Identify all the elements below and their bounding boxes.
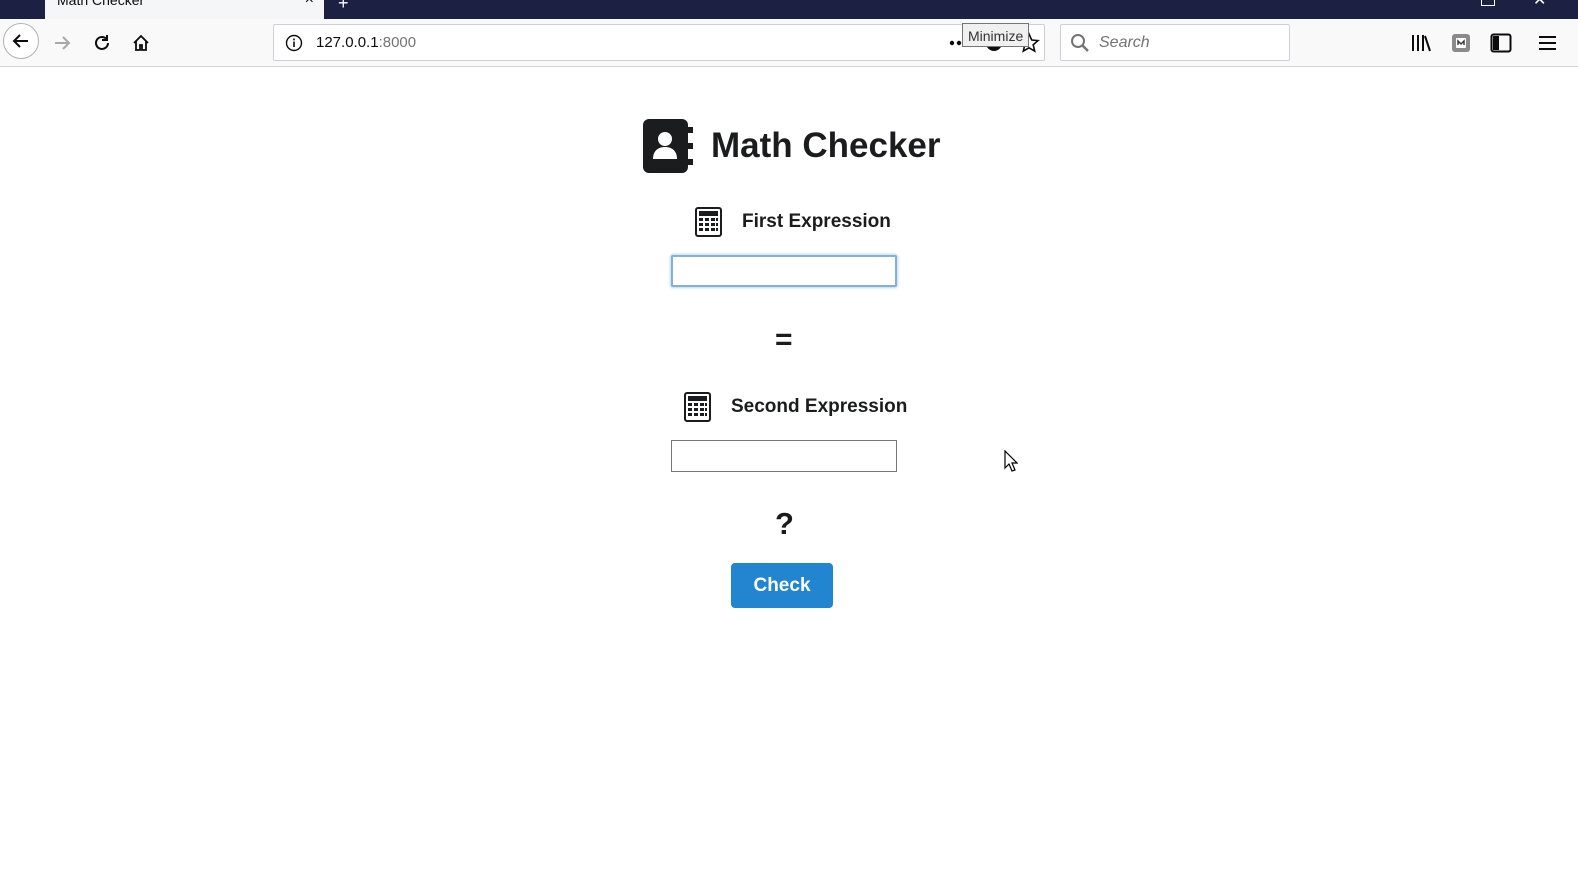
address-book-icon (643, 119, 693, 173)
tab-close-icon[interactable]: × (305, 0, 314, 8)
info-icon[interactable] (285, 34, 303, 52)
browser-tab[interactable]: Math Checker × (45, 0, 324, 19)
first-expression-input[interactable] (671, 255, 897, 287)
second-expression-label: Second Expression (731, 396, 908, 417)
home-button[interactable] (127, 29, 155, 57)
result-indicator: ? (775, 506, 794, 541)
forward-arrow-icon (55, 36, 71, 50)
maximize-icon[interactable] (1481, 0, 1495, 6)
url-text[interactable]: 127.0.0.1:8000 (316, 34, 416, 51)
page-title: Math Checker (711, 126, 941, 165)
reload-button[interactable] (88, 29, 116, 57)
window-close-icon[interactable]: ✕ (1533, 0, 1546, 9)
mouse-cursor-icon (1004, 450, 1018, 472)
browser-navbar: 127.0.0.1:8000 Minimize Search (0, 19, 1578, 67)
search-placeholder: Search (1099, 34, 1150, 51)
menu-icon[interactable] (1538, 34, 1558, 52)
url-bar[interactable]: 127.0.0.1:8000 (273, 24, 1045, 61)
search-bar[interactable]: Search (1060, 24, 1290, 61)
calculator-icon (695, 207, 722, 237)
url-host: 127.0.0.1 (316, 34, 379, 51)
browser-titlebar: Math Checker × + ✕ (0, 0, 1578, 19)
url-port: :8000 (378, 34, 417, 51)
back-button[interactable] (3, 23, 39, 59)
minimize-tooltip: Minimize (962, 23, 1030, 47)
library-icon[interactable] (1410, 33, 1432, 53)
back-arrow-icon (12, 34, 28, 48)
reload-icon (95, 35, 109, 50)
equals-sign: = (775, 323, 793, 356)
forward-button[interactable] (48, 29, 76, 57)
first-expression-label: First Expression (742, 211, 891, 232)
calculator-icon (684, 392, 711, 422)
new-tab-button[interactable]: + (338, 0, 349, 12)
search-icon (1071, 34, 1089, 52)
check-button[interactable]: Check (731, 563, 833, 608)
home-icon (133, 34, 149, 51)
extension-icon[interactable] (1450, 32, 1472, 54)
second-expression-input[interactable] (671, 440, 897, 472)
tab-title: Math Checker (57, 0, 145, 8)
sidebar-icon[interactable] (1490, 33, 1512, 53)
